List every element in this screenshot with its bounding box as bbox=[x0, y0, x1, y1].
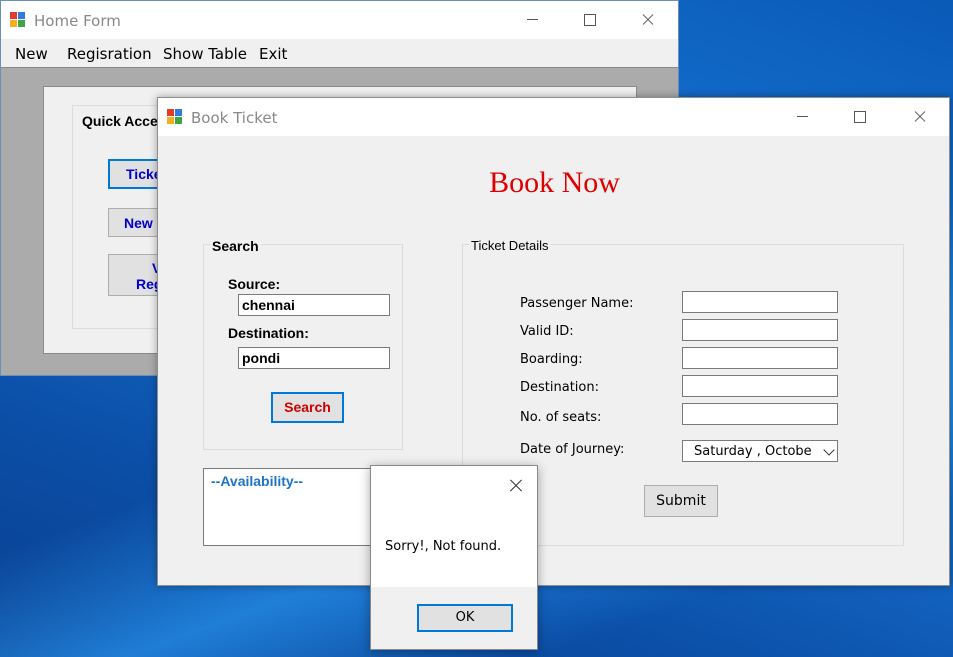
date-of-journey-picker[interactable]: Saturday , Octobe bbox=[682, 440, 838, 462]
passenger-name-label: Passenger Name: bbox=[520, 296, 634, 311]
availability-title: --Availability-- bbox=[211, 473, 304, 489]
minimize-icon[interactable] bbox=[773, 98, 831, 136]
date-of-journey-label: Date of Journey: bbox=[520, 442, 625, 457]
valid-id-label: Valid ID: bbox=[520, 324, 574, 339]
close-icon[interactable] bbox=[502, 472, 530, 500]
app-icon bbox=[10, 12, 26, 28]
home-form-titlebar[interactable]: Home Form bbox=[1, 1, 678, 39]
message-box: Sorry!, Not found. OK bbox=[370, 465, 538, 650]
seats-input[interactable] bbox=[682, 403, 838, 425]
minimize-icon[interactable] bbox=[503, 1, 561, 39]
menu-registration[interactable]: Regisration bbox=[67, 45, 152, 63]
book-ticket-title: Book Ticket bbox=[191, 109, 278, 127]
search-group-title: Search bbox=[210, 238, 261, 254]
ticket-details-title: Ticket Details bbox=[469, 238, 551, 253]
new-button-label: New bbox=[124, 215, 153, 231]
maximize-icon[interactable] bbox=[561, 1, 619, 39]
menu-show-table[interactable]: Show Table bbox=[163, 45, 247, 63]
message-box-footer: OK bbox=[371, 587, 537, 649]
destination-search-label: Destination: bbox=[228, 325, 309, 341]
home-form-title: Home Form bbox=[34, 12, 121, 30]
submit-button[interactable]: Submit bbox=[644, 485, 718, 517]
valid-id-input[interactable] bbox=[682, 319, 838, 341]
quick-access-title: Quick Acce bbox=[80, 113, 160, 129]
book-ticket-titlebar[interactable]: Book Ticket bbox=[158, 98, 949, 136]
menu-bar: New Regisration Show Table Exit bbox=[1, 39, 678, 67]
destination-input[interactable] bbox=[682, 375, 838, 397]
menu-exit[interactable]: Exit bbox=[259, 45, 287, 63]
seats-label: No. of seats: bbox=[520, 410, 602, 425]
boarding-input[interactable] bbox=[682, 347, 838, 369]
ok-button[interactable]: OK bbox=[417, 604, 513, 632]
availability-box: --Availability-- bbox=[203, 468, 373, 546]
source-label: Source: bbox=[228, 276, 281, 292]
passenger-name-input[interactable] bbox=[682, 291, 838, 313]
close-icon[interactable] bbox=[619, 1, 677, 39]
date-of-journey-value: Saturday , Octobe bbox=[694, 444, 812, 459]
destination-label: Destination: bbox=[520, 380, 599, 395]
message-text: Sorry!, Not found. bbox=[385, 539, 502, 554]
maximize-icon[interactable] bbox=[831, 98, 889, 136]
book-now-heading: Book Now bbox=[489, 166, 620, 199]
search-button[interactable]: Search bbox=[271, 392, 344, 423]
destination-search-input[interactable]: pondi bbox=[238, 347, 390, 369]
source-input[interactable]: chennai bbox=[238, 294, 390, 316]
book-ticket-window: Book Ticket Book Now Search Source: chen… bbox=[157, 97, 950, 586]
close-icon[interactable] bbox=[891, 98, 949, 136]
menu-new[interactable]: New bbox=[15, 45, 48, 63]
boarding-label: Boarding: bbox=[520, 352, 583, 367]
app-icon bbox=[167, 109, 183, 125]
chevron-down-icon[interactable] bbox=[823, 444, 835, 456]
